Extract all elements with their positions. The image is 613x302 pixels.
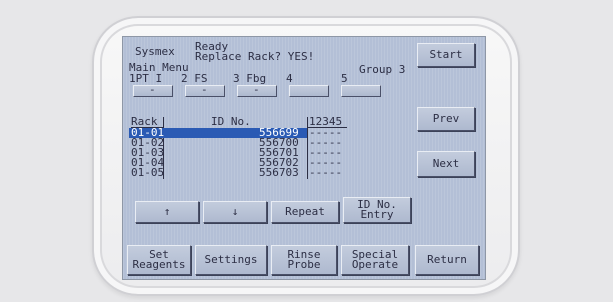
settings-button[interactable]: Settings xyxy=(195,245,267,275)
table-row[interactable]: 01-05 556703 ----- xyxy=(131,166,361,179)
start-button[interactable]: Start xyxy=(417,43,475,67)
brand-label: Sysmex xyxy=(135,45,175,58)
return-button[interactable]: Return xyxy=(415,245,479,275)
settings-button-label: Settings xyxy=(204,253,258,266)
next-button[interactable]: Next xyxy=(417,151,475,177)
tab-3-label: 3 Fbg xyxy=(233,72,267,85)
arrow-down-icon: ↓ xyxy=(231,205,239,218)
tab-1-label: 1PT I xyxy=(129,72,163,85)
start-button-label: Start xyxy=(429,48,463,61)
repeat-button[interactable]: Repeat xyxy=(271,201,339,223)
repeat-button-label: Repeat xyxy=(285,205,325,218)
tab-5-button[interactable] xyxy=(341,85,381,97)
tab-3-button[interactable]: - xyxy=(237,83,277,97)
tab-1-button[interactable]: - xyxy=(133,83,173,97)
id-entry-button[interactable]: ID No. Entry xyxy=(343,197,411,223)
scroll-down-button[interactable]: ↓ xyxy=(203,201,267,223)
scroll-up-button[interactable]: ↑ xyxy=(135,201,199,223)
special-operate-button[interactable]: Special Operate xyxy=(341,245,409,275)
prev-button[interactable]: Prev xyxy=(417,107,475,131)
tab-2-button[interactable]: - xyxy=(185,83,225,97)
status-line-2: Replace Rack? YES! xyxy=(195,50,315,63)
id-entry-line-2: Entry xyxy=(360,208,394,221)
tab-3-marker: - xyxy=(253,83,260,96)
lcd-screen: Sysmex Ready Replace Rack? YES! Main Men… xyxy=(122,36,486,280)
tab-2-marker: - xyxy=(201,83,208,96)
col-header-id: ID No. xyxy=(211,115,251,128)
group-label: Group 3 xyxy=(359,63,406,76)
set-reagents-button[interactable]: Set Reagents xyxy=(127,245,191,275)
tab-5-label: 5 xyxy=(341,72,348,85)
special-operate-line-2: Operate xyxy=(351,258,399,271)
tab-4-label: 4 xyxy=(286,72,293,85)
prev-button-label: Prev xyxy=(432,112,460,125)
rinse-probe-line-2: Probe xyxy=(287,258,321,271)
rack-cell: 01-05 xyxy=(131,166,165,179)
id-cell: 556703 xyxy=(259,166,299,179)
positions-cell: ----- xyxy=(309,166,343,179)
tab-1-marker: - xyxy=(149,83,156,96)
set-reagents-line-2: Reagents xyxy=(132,258,186,271)
tab-4-button[interactable] xyxy=(289,85,329,97)
rinse-probe-button[interactable]: Rinse Probe xyxy=(271,245,337,275)
arrow-up-icon: ↑ xyxy=(163,205,171,218)
next-button-label: Next xyxy=(432,157,460,170)
return-button-label: Return xyxy=(427,253,467,266)
